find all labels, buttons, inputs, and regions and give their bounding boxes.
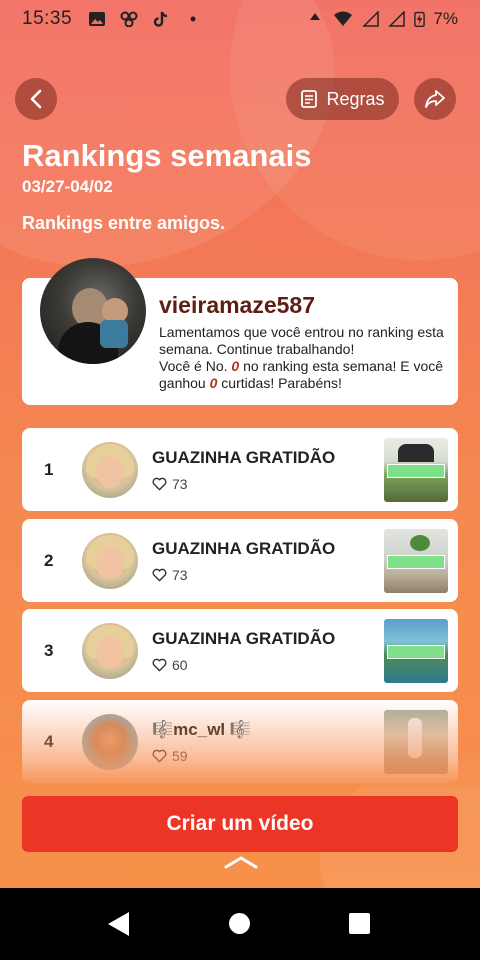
background-decoration bbox=[230, 0, 480, 260]
avatar[interactable] bbox=[82, 442, 138, 498]
ranking-screen: 15:35 7% Regras Rankings semanais 03/27-… bbox=[0, 0, 480, 888]
heart-icon bbox=[152, 658, 167, 672]
ranking-subtitle: Rankings entre amigos. bbox=[22, 213, 226, 233]
status-time: 15:35 bbox=[22, 8, 73, 29]
rank-user-name: GUAZINHA GRATIDÃO bbox=[152, 629, 336, 648]
rank-user-name: GUAZINHA GRATIDÃO bbox=[152, 448, 336, 467]
page-title: Rankings semanais bbox=[22, 138, 312, 173]
signal-arrow-icon bbox=[310, 13, 321, 20]
rank-user-name: GUAZINHA GRATIDÃO bbox=[152, 539, 336, 558]
rank-position: 2 bbox=[44, 551, 54, 570]
heart-icon bbox=[152, 568, 167, 582]
video-thumbnail[interactable] bbox=[384, 438, 448, 502]
avatar[interactable] bbox=[82, 623, 138, 679]
battery-charging-icon bbox=[414, 11, 426, 28]
rank-position: 3 bbox=[44, 641, 54, 660]
nav-recents-icon[interactable] bbox=[349, 913, 370, 934]
user-name: vieiramaze587 bbox=[159, 292, 316, 318]
document-icon bbox=[301, 90, 318, 108]
create-video-button[interactable]: Criar um vídeo bbox=[22, 796, 458, 852]
image-icon bbox=[89, 12, 106, 26]
tiktok-icon bbox=[153, 11, 168, 27]
rules-label: Regras bbox=[326, 88, 385, 109]
like-count: 73 bbox=[152, 476, 188, 492]
message-rank-line: Você é No. 0 no ranking esta semana! E v… bbox=[159, 358, 444, 391]
app-icon bbox=[120, 11, 138, 27]
share-button[interactable] bbox=[414, 78, 456, 120]
like-count: 60 bbox=[152, 657, 188, 673]
nav-home-icon[interactable] bbox=[229, 913, 250, 934]
battery-percent: 7% bbox=[433, 9, 458, 28]
rules-button[interactable]: Regras bbox=[286, 78, 399, 120]
chevron-up-icon[interactable] bbox=[224, 854, 258, 870]
date-range: 03/27-04/02 bbox=[22, 177, 113, 196]
avatar[interactable] bbox=[82, 714, 138, 770]
dot-icon bbox=[190, 16, 196, 22]
nav-back-icon[interactable] bbox=[107, 911, 131, 937]
user-rank-message: Lamentamos que você entrou no ranking es… bbox=[159, 324, 449, 392]
avatar[interactable] bbox=[82, 533, 138, 589]
message-line: Lamentamos que você entrou no ranking es… bbox=[159, 324, 444, 357]
rank-user-name: 🎼mc_wl 🎼 bbox=[152, 720, 252, 739]
user-avatar[interactable] bbox=[40, 258, 146, 364]
heart-icon bbox=[152, 749, 167, 763]
share-icon bbox=[425, 90, 445, 108]
rank-position: 1 bbox=[44, 460, 54, 479]
like-count: 73 bbox=[152, 567, 188, 583]
signal-icon bbox=[362, 11, 380, 27]
heart-icon bbox=[152, 477, 167, 491]
ranking-row[interactable]: 1 GUAZINHA GRATIDÃO 73 bbox=[22, 428, 458, 511]
ranking-row[interactable]: 2 GUAZINHA GRATIDÃO 73 bbox=[22, 519, 458, 602]
ranking-row[interactable]: 3 GUAZINHA GRATIDÃO 60 bbox=[22, 609, 458, 692]
chevron-left-icon bbox=[30, 89, 42, 109]
like-count: 59 bbox=[152, 748, 188, 764]
status-bar: 15:35 7% bbox=[0, 0, 480, 38]
rank-position: 4 bbox=[44, 732, 54, 751]
video-thumbnail[interactable] bbox=[384, 529, 448, 593]
ranking-row[interactable]: 4 🎼mc_wl 🎼 59 bbox=[22, 700, 458, 783]
signal-icon bbox=[388, 11, 406, 27]
wifi-icon bbox=[334, 11, 353, 26]
video-thumbnail[interactable] bbox=[384, 619, 448, 683]
back-button[interactable] bbox=[15, 78, 57, 120]
video-thumbnail[interactable] bbox=[384, 710, 448, 774]
